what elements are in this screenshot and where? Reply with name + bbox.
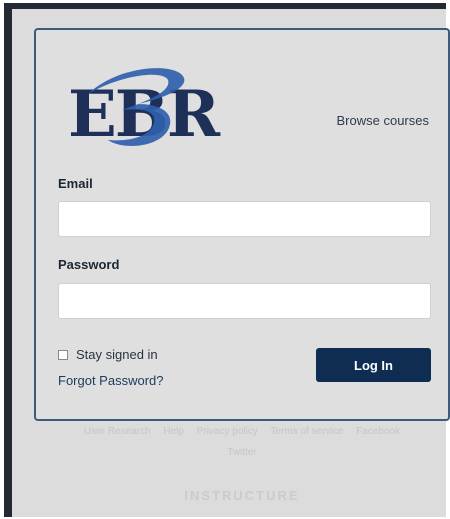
footer-link-user-research[interactable]: User Research (84, 426, 151, 437)
email-field[interactable] (58, 201, 431, 237)
footer-link-privacy[interactable]: Privacy policy (197, 426, 258, 437)
page-background: EBR Browse courses Email Password Stay s… (12, 9, 450, 517)
stay-signed-in-label: Stay signed in (76, 347, 158, 362)
forgot-password-link[interactable]: Forgot Password? (58, 373, 164, 388)
stay-signed-in-option[interactable]: Stay signed in (58, 347, 158, 362)
instructure-logo[interactable]: INSTRUCTURE (34, 488, 450, 503)
app-frame: EBR Browse courses Email Password Stay s… (4, 3, 450, 517)
password-field[interactable] (58, 283, 431, 319)
footer-link-facebook[interactable]: Facebook (356, 426, 400, 437)
email-label: Email (58, 176, 93, 191)
stay-signed-in-checkbox[interactable] (58, 349, 68, 360)
footer-link-twitter[interactable]: Twitter (227, 447, 256, 458)
login-button[interactable]: Log In (316, 348, 431, 382)
footer-row-2: Twitter (34, 442, 450, 463)
ebr-logo: EBR (68, 68, 223, 152)
footer-links: User Research Help Privacy policy Terms … (34, 421, 450, 463)
footer-link-terms[interactable]: Terms of service (271, 426, 344, 437)
password-label: Password (58, 257, 120, 272)
browse-courses-link[interactable]: Browse courses (337, 113, 429, 128)
login-card: EBR Browse courses Email Password Stay s… (34, 28, 450, 421)
footer-row-1: User Research Help Privacy policy Terms … (34, 421, 450, 442)
footer-link-help[interactable]: Help (163, 426, 184, 437)
